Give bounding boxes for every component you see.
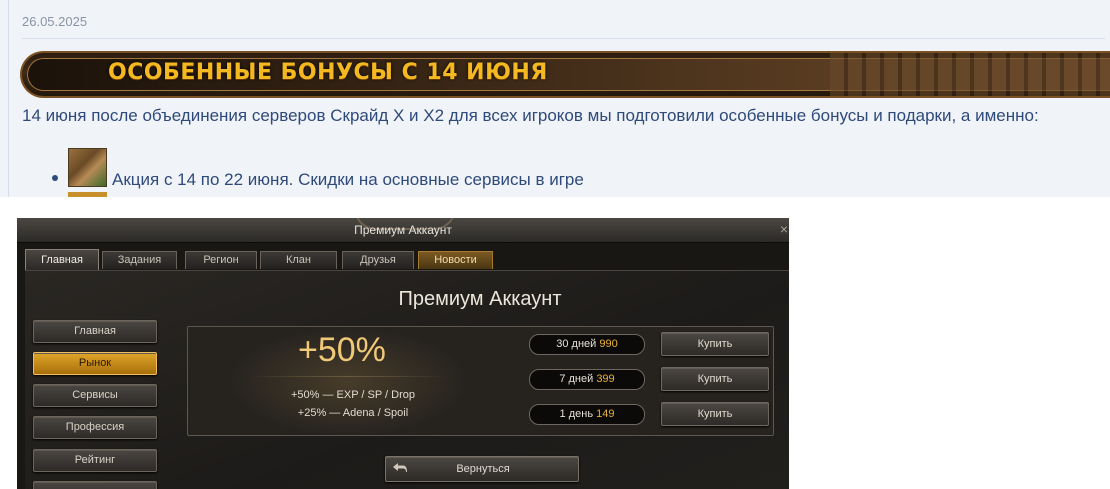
buy-30-days-button[interactable]: Купить <box>661 332 769 356</box>
tab-region[interactable]: Регион <box>185 251 257 269</box>
percent-underline <box>248 376 448 377</box>
duration-price: 149 <box>596 408 615 420</box>
bonus-percent: +50% <box>298 331 386 369</box>
post-date: 26.05.2025 <box>22 14 88 29</box>
tab-news[interactable]: Новости <box>418 251 493 269</box>
duration-label: 7 дней <box>559 373 594 385</box>
banner-title: ОСОБЕННЫЕ БОНУСЫ С 14 ИЮНЯ <box>108 60 548 85</box>
tab-main[interactable]: Главная <box>25 249 99 271</box>
post-border <box>8 0 9 197</box>
next-item-icon <box>68 192 107 197</box>
promo-banner: ОСОБЕННЫЕ БОНУСЫ С 14 ИЮНЯ <box>20 51 1110 98</box>
post-divider <box>22 38 1105 39</box>
sidebar-item-rating[interactable]: Рейтинг <box>33 449 157 472</box>
premium-account-window: Премиум Аккаунт × Главная Задания Регион… <box>17 218 789 489</box>
duration-label: 1 день <box>559 408 594 420</box>
duration-price: 990 <box>599 338 618 350</box>
bullet-icon <box>52 175 58 181</box>
duration-label: 30 дней <box>556 338 597 350</box>
back-button[interactable]: Вернуться <box>385 456 579 482</box>
treasure-chest-icon <box>68 148 107 187</box>
tab-divider <box>25 270 789 271</box>
window-titlebar[interactable]: Премиум Аккаунт × <box>17 218 789 243</box>
tab-friends[interactable]: Друзья <box>342 251 414 269</box>
premium-offer-panel: +50% +50% — EXP / SP / Drop +25% — Adena… <box>187 326 774 437</box>
forum-post: 26.05.2025 ОСОБЕННЫЕ БОНУСЫ С 14 ИЮНЯ 14… <box>0 0 1110 197</box>
buy-7-days-button[interactable]: Купить <box>661 367 769 391</box>
tab-clan[interactable]: Клан <box>260 251 337 269</box>
sidebar-item-services[interactable]: Сервисы <box>33 384 157 407</box>
bonus-line-2: +25% — Adena / Spoil <box>297 407 409 419</box>
list-item-text: Акция с 14 по 22 июня. Скидки на основны… <box>112 170 584 189</box>
screen-title: Премиум Аккаунт <box>398 288 562 310</box>
duration-1-day: 1 день 149 <box>529 404 645 425</box>
banner-decoration <box>830 53 1110 96</box>
duration-price: 399 <box>596 373 615 385</box>
sidebar-item-more[interactable] <box>33 481 157 489</box>
buy-1-day-button[interactable]: Купить <box>661 402 769 426</box>
tab-quests[interactable]: Задания <box>102 251 177 269</box>
post-paragraph: 14 июня после объединения серверов Скрай… <box>22 106 1039 125</box>
back-label: Вернуться <box>456 463 510 475</box>
window-title: Премиум Аккаунт <box>354 223 452 237</box>
bonus-line-1: +50% — EXP / SP / Drop <box>290 389 416 401</box>
sidebar-item-market[interactable]: Рынок <box>33 352 157 375</box>
sidebar-item-profession[interactable]: Профессия <box>33 416 157 439</box>
close-icon[interactable]: × <box>780 221 788 237</box>
sidebar-item-main[interactable]: Главная <box>33 320 157 343</box>
duration-30-days: 30 дней 990 <box>529 334 645 355</box>
duration-7-days: 7 дней 399 <box>529 369 645 390</box>
